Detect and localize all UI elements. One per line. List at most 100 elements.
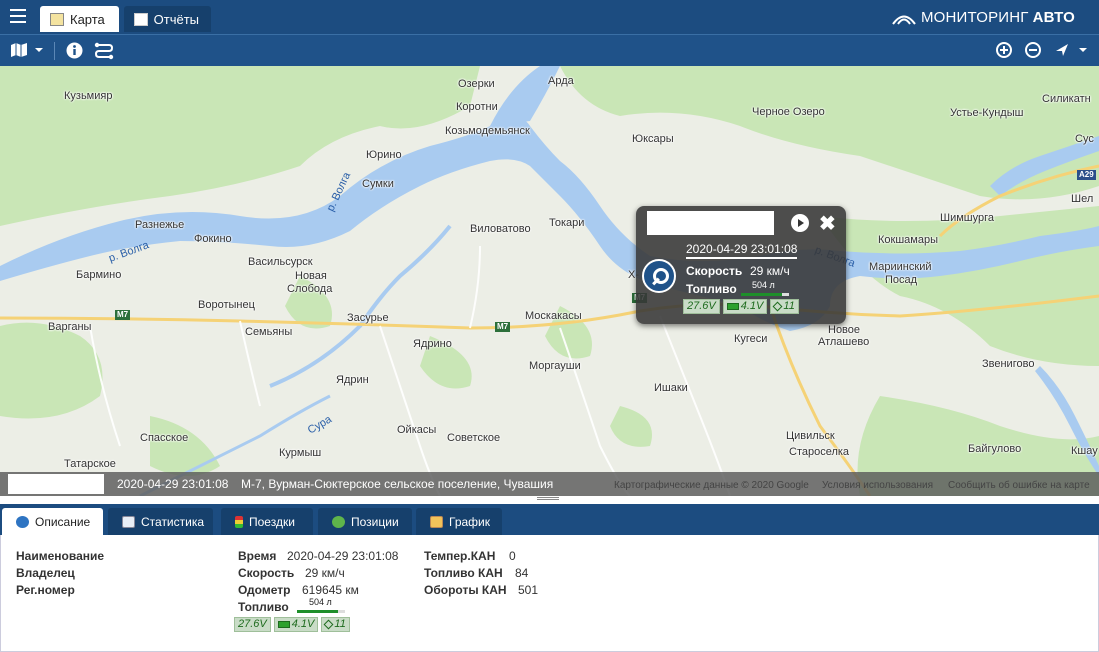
fuel-fill bbox=[297, 610, 338, 613]
place-label: Советское bbox=[447, 432, 501, 444]
satellite-icon bbox=[323, 619, 334, 630]
vehicle-popup: ✖ 2020-04-29 23:01:08 Скорость 29 км/ч Т… bbox=[636, 206, 846, 324]
map-status-bar: 2020-04-29 23:01:08 М-7, Вурман-Сюктерск… bbox=[0, 472, 1099, 496]
zoom-out-icon[interactable] bbox=[1025, 42, 1041, 58]
tab-map[interactable]: Карта bbox=[40, 6, 119, 32]
tab-statistics-label: Статистика bbox=[141, 514, 205, 529]
map-terms-link[interactable]: Условия использования bbox=[822, 480, 933, 491]
satellite-value: 11 bbox=[783, 300, 795, 312]
locate-arrow-icon[interactable] bbox=[1054, 42, 1088, 61]
place-label: Озерки bbox=[458, 78, 495, 90]
status-time: 2020-04-29 23:01:08 bbox=[117, 477, 229, 491]
place-label: Арда bbox=[548, 75, 574, 87]
popup-speed-value: 29 км/ч bbox=[750, 264, 790, 278]
temp-can-value: 0 bbox=[509, 549, 516, 563]
place-label: Староселка bbox=[789, 446, 850, 458]
tab-statistics[interactable]: Статистика bbox=[108, 508, 213, 535]
popup-fuel-label: Топливо bbox=[686, 282, 737, 296]
route-icon[interactable] bbox=[94, 42, 114, 63]
voltage-value: 27.6V bbox=[238, 618, 267, 630]
positions-icon bbox=[332, 515, 345, 528]
tab-map-label: Карта bbox=[70, 11, 105, 27]
place-label: Юксары bbox=[632, 133, 674, 145]
brand-waves-icon bbox=[892, 15, 916, 25]
place-label: Козьмодемьянск bbox=[445, 125, 530, 137]
reports-tab-icon bbox=[134, 12, 148, 26]
chart-icon bbox=[430, 515, 443, 528]
place-label: Разнежье bbox=[135, 219, 185, 231]
place-label: Бармино bbox=[76, 269, 122, 281]
place-label: Токари bbox=[549, 217, 585, 229]
place-label: Силикатн bbox=[1042, 93, 1091, 105]
place-label: Курмыш bbox=[279, 447, 322, 459]
map-canvas[interactable]: Кузьмияр Озерки Арда Коротни Козьмодемья… bbox=[0, 66, 1099, 496]
battery-icon bbox=[277, 621, 290, 628]
trips-icon bbox=[235, 515, 243, 528]
play-track-icon[interactable] bbox=[791, 214, 809, 232]
popup-fuel-value: 504 л bbox=[752, 280, 775, 290]
place-label: Звениговo bbox=[982, 358, 1035, 370]
place-label: Слобода bbox=[287, 283, 333, 295]
map-report-error-link[interactable]: Сообщить об ошибке на карте bbox=[948, 480, 1090, 491]
place-label: Шимшурга bbox=[940, 212, 994, 224]
place-label: Черное Озеро bbox=[752, 106, 825, 118]
temp-can-label: Темпер.КАН bbox=[424, 549, 496, 563]
place-label: Спасское bbox=[140, 432, 189, 444]
tab-positions-label: Позиции bbox=[351, 514, 399, 529]
satellite-icon bbox=[772, 301, 783, 312]
tab-positions[interactable]: Позиции bbox=[318, 508, 412, 535]
place-label: Варганы bbox=[48, 321, 92, 333]
place-label: Кугеси bbox=[734, 333, 768, 345]
place-label: Ойкасы bbox=[397, 424, 437, 436]
place-label: Ядрин bbox=[336, 374, 369, 386]
road-shield: M7 bbox=[495, 322, 511, 332]
place-label: Новая bbox=[295, 270, 327, 282]
place-label: Ишаки bbox=[654, 382, 688, 394]
speed-value: 29 км/ч bbox=[305, 566, 345, 580]
map-copyright: Картографические данные © 2020 Google bbox=[614, 480, 809, 491]
popup-time: 2020-04-29 23:01:08 bbox=[686, 242, 798, 259]
sensor-badges: 27.6V 4.1V 11 bbox=[234, 617, 350, 632]
reg-number-label: Рег.номер bbox=[16, 583, 75, 597]
tab-description-label: Описание bbox=[35, 514, 91, 529]
zoom-in-icon[interactable] bbox=[996, 42, 1012, 58]
info-icon[interactable] bbox=[66, 42, 83, 62]
tab-description[interactable]: Описание bbox=[2, 508, 103, 535]
map-tab-icon bbox=[50, 12, 64, 26]
fuel-value: 504 л bbox=[309, 597, 332, 607]
battery-value: 4.1V bbox=[740, 300, 764, 312]
tab-trips-label: Поездки bbox=[249, 514, 295, 529]
place-label: Семьяны bbox=[245, 326, 293, 338]
fuel-can-value: 84 bbox=[515, 566, 529, 580]
satellite-badge: 11 bbox=[770, 299, 799, 314]
voltage-value: 27.6V bbox=[687, 300, 716, 312]
place-label: Кшау bbox=[1071, 445, 1098, 457]
time-label: Время bbox=[238, 549, 277, 563]
battery-icon bbox=[726, 303, 739, 310]
owner-label: Владелец bbox=[16, 566, 75, 580]
tab-reports[interactable]: Отчёты bbox=[124, 6, 211, 32]
place-label: Цивильск bbox=[786, 430, 835, 442]
place-label: Кокшамары bbox=[878, 234, 938, 246]
place-label: Мариинский bbox=[869, 261, 932, 273]
info-icon bbox=[16, 515, 29, 528]
panel-resize-handle[interactable] bbox=[537, 497, 559, 500]
tab-chart-label: График bbox=[449, 514, 490, 529]
popup-speed-label: Скорость bbox=[686, 264, 743, 278]
close-popup-icon[interactable]: ✖ bbox=[819, 211, 836, 236]
road-shield: M7 bbox=[115, 310, 131, 320]
tab-trips[interactable]: Поездки bbox=[221, 508, 313, 535]
toolbar-divider bbox=[54, 42, 55, 60]
tab-chart[interactable]: График bbox=[416, 508, 502, 535]
brand-bold: АВТО bbox=[1032, 9, 1075, 26]
hamburger-menu-icon[interactable] bbox=[10, 9, 26, 23]
fuel-can-label: Топливо КАН bbox=[424, 566, 503, 580]
speed-label: Скорость bbox=[238, 566, 295, 580]
map-layers-icon[interactable] bbox=[10, 42, 44, 61]
place-label: Шел bbox=[1071, 193, 1094, 205]
vehicle-name-redacted bbox=[8, 474, 104, 494]
status-address: М-7, Вурман-Сюктерское сельское поселени… bbox=[241, 477, 554, 491]
place-label: Виловатово bbox=[470, 223, 531, 235]
battery-value: 4.1V bbox=[291, 618, 315, 630]
fuel-label: Топливо bbox=[238, 600, 289, 614]
